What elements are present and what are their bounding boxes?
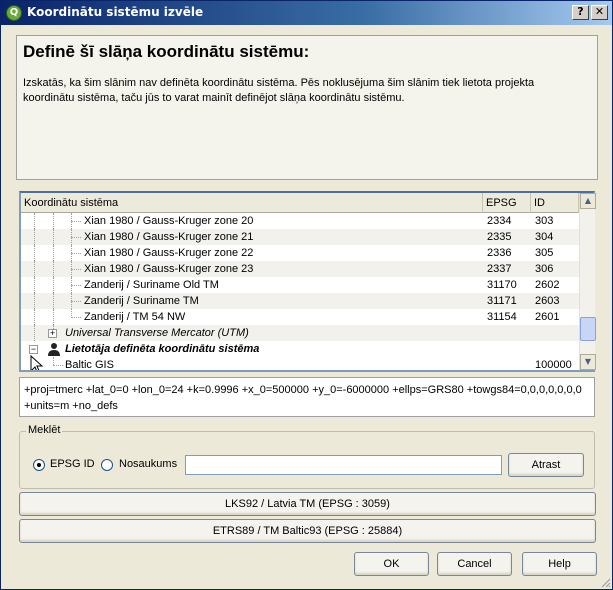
name-radio-label[interactable]: Nosaukums [119,458,177,470]
search-legend: Meklēt [26,424,63,436]
epsg-id-radio[interactable] [33,459,45,471]
info-heading: Definē šī slāņa koordinātu sistēmu: [23,42,310,61]
crs-name: Xian 1980 / Gauss-Kruger zone 22 [84,247,254,259]
crs-id: 2602 [535,279,560,291]
crs-id: 2601 [535,311,560,323]
context-help-button[interactable]: ? [572,5,589,20]
tree-row[interactable]: Baltic GIS 100000 [21,355,579,370]
close-button[interactable]: ✕ [591,5,608,20]
crs-epsg: 2334 [487,215,512,227]
tree-row[interactable]: Zanderij / Suriname TM 31171 2603 [21,293,579,309]
tree-group-utm[interactable]: + Universal Transverse Mercator (UTM) [21,325,579,341]
crs-id: 303 [535,215,554,227]
crs-name: Xian 1980 / Gauss-Kruger zone 21 [84,231,254,243]
crs-tree[interactable]: Koordinātu sistēma EPSG ID Xian 1980 / G… [19,191,596,372]
crs-name: Zanderij / Suriname TM [84,295,199,307]
crs-epsg: 31170 [487,279,517,291]
scroll-up-icon[interactable]: ▲ [580,193,596,209]
tree-group-label: Universal Transverse Mercator (UTM) [65,327,249,339]
crs-id: 2603 [535,295,560,307]
resize-grip-icon[interactable] [599,576,611,588]
crs-name: Zanderij / TM 54 NW [84,311,186,323]
info-panel: Definē šī slāņa koordinātu sistēmu: Izsk… [16,35,598,180]
crs-epsg: 2337 [487,263,512,275]
collapse-icon[interactable]: − [29,345,38,354]
tree-row[interactable]: Zanderij / Suriname Old TM 31170 2602 [21,277,579,293]
tree-scrollbar[interactable]: ▲ ▼ [579,193,596,370]
find-button[interactable]: Atrast [508,453,584,477]
info-text: Izskatās, ka šim slānim nav definēta koo… [23,77,535,104]
crs-epsg: 31171 [487,295,517,307]
tree-row[interactable]: Xian 1980 / Gauss-Kruger zone 23 2337 30… [21,261,579,277]
crs-id: 100000 [535,359,572,370]
tree-row[interactable]: Zanderij / TM 54 NW 31154 2601 [21,309,579,325]
crs-name: Xian 1980 / Gauss-Kruger zone 23 [84,263,254,275]
tree-group-user-defined[interactable]: − Lietotāja definēta koordinātu sistēma [21,341,579,357]
cancel-button[interactable]: Cancel [437,552,512,576]
search-group: Meklēt EPSG ID Nosaukums Atrast [19,424,595,489]
column-header-epsg[interactable]: EPSG [483,193,531,213]
crs-id: 306 [535,263,554,275]
qgis-app-icon: Q [6,5,22,21]
scroll-down-icon[interactable]: ▼ [580,354,596,370]
tree-row[interactable]: Xian 1980 / Gauss-Kruger zone 22 2336 30… [21,245,579,261]
user-icon [48,343,60,356]
mouse-cursor-icon [30,355,44,370]
help-button[interactable]: Help [522,552,597,576]
crs-id: 305 [535,247,554,259]
tree-row[interactable]: Xian 1980 / Gauss-Kruger zone 20 2334 30… [21,213,579,229]
crs-name: Baltic GIS [65,359,114,370]
expand-icon[interactable]: + [48,329,57,338]
name-radio[interactable] [101,459,113,471]
crs-epsg: 2335 [487,231,512,243]
recent-crs-button[interactable]: LKS92 / Latvia TM (EPSG : 3059) [19,492,596,516]
column-header-name[interactable]: Koordinātu sistēma [21,193,483,213]
crs-selector-dialog: Q Koordinātu sistēmu izvēle ? ✕ Definē š… [0,0,613,590]
recent-crs-button[interactable]: ETRS89 / TM Baltic93 (EPSG : 25884) [19,519,596,543]
search-input[interactable] [185,455,502,475]
crs-epsg: 31154 [487,311,517,323]
ok-button[interactable]: OK [354,552,429,576]
tree-group-label: Lietotāja definēta koordinātu sistēma [65,343,260,355]
epsg-id-radio-label[interactable]: EPSG ID [50,458,95,470]
crs-name: Zanderij / Suriname Old TM [84,279,219,291]
proj-string-display: +proj=tmerc +lat_0=0 +lon_0=24 +k=0.9996… [19,377,595,417]
crs-epsg: 2336 [487,247,512,259]
tree-row[interactable]: Xian 1980 / Gauss-Kruger zone 21 2335 30… [21,229,579,245]
title-bar[interactable]: Q Koordinātu sistēmu izvēle ? ✕ [1,1,612,25]
column-header-id[interactable]: ID [531,193,579,213]
tree-body: Xian 1980 / Gauss-Kruger zone 20 2334 30… [21,213,579,370]
window-title: Koordinātu sistēmu izvēle [27,5,204,19]
scroll-thumb[interactable] [580,317,596,341]
crs-name: Xian 1980 / Gauss-Kruger zone 20 [84,215,254,227]
crs-id: 304 [535,231,554,243]
tree-header: Koordinātu sistēma EPSG ID [21,193,579,213]
